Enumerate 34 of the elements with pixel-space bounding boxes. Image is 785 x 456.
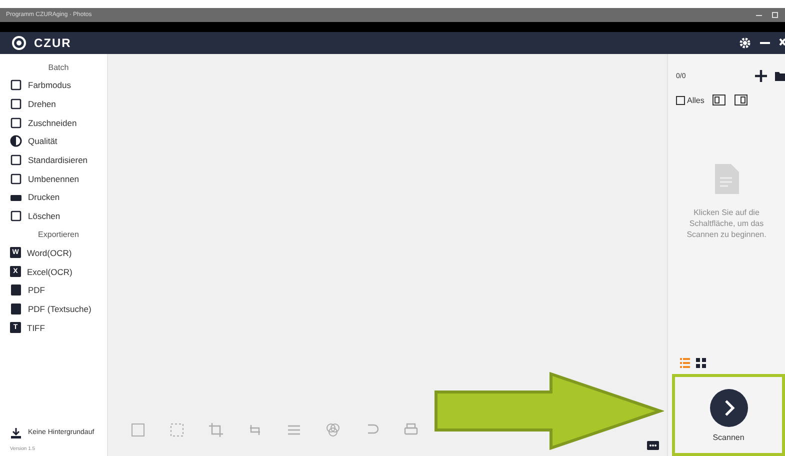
sidebar-item[interactable]: PDF	[10, 280, 107, 300]
sidebar-item[interactable]: Standardisieren	[10, 150, 107, 170]
logo-icon	[12, 36, 26, 50]
add-icon[interactable]	[755, 70, 767, 82]
contrast-icon	[10, 135, 22, 148]
chevron-icon	[710, 388, 748, 426]
section-heading: Batch	[48, 62, 69, 72]
list-view-icon[interactable]	[680, 358, 690, 368]
document-icon	[714, 164, 738, 194]
sidebar-item[interactable]: PDF (Textsuche)	[10, 300, 107, 318]
select-all-checkbox[interactable]: Alles	[676, 96, 704, 104]
page-layout-icon[interactable]	[734, 94, 748, 106]
color-icon[interactable]	[325, 422, 341, 438]
empty-message: Klicken Sie auf die Schaltfläche, um das Scannen zu beginnen.	[686, 208, 768, 240]
selection-icon[interactable]	[169, 422, 185, 438]
sidebar-item[interactable]: Löschen	[10, 206, 107, 226]
sidebar-item[interactable]: Farbmodus	[10, 76, 107, 95]
settings-icon[interactable]	[739, 37, 751, 49]
sidebar-item[interactable]: Qualität	[10, 132, 107, 151]
download-icon	[10, 426, 22, 439]
split-icon[interactable]	[130, 422, 146, 438]
page-layout-icon[interactable]	[712, 94, 726, 106]
sidebar-item[interactable]: Drucken	[10, 188, 107, 207]
folder-icon[interactable]	[775, 71, 785, 81]
scan-button[interactable]: Scannen	[672, 374, 785, 456]
maximize-icon[interactable]	[771, 12, 779, 18]
chat-icon[interactable]	[647, 441, 659, 450]
document-icon	[10, 302, 22, 315]
logo-text: CZUR	[34, 36, 72, 50]
grid-view-icon[interactable]	[696, 358, 706, 368]
section-heading: Exportieren	[38, 230, 79, 239]
sidebar-item[interactable]: Umbenennen	[10, 169, 107, 188]
sidebar-item[interactable]: Drehen	[10, 94, 107, 114]
sidebar-item[interactable]: Zuschneiden	[10, 113, 107, 132]
